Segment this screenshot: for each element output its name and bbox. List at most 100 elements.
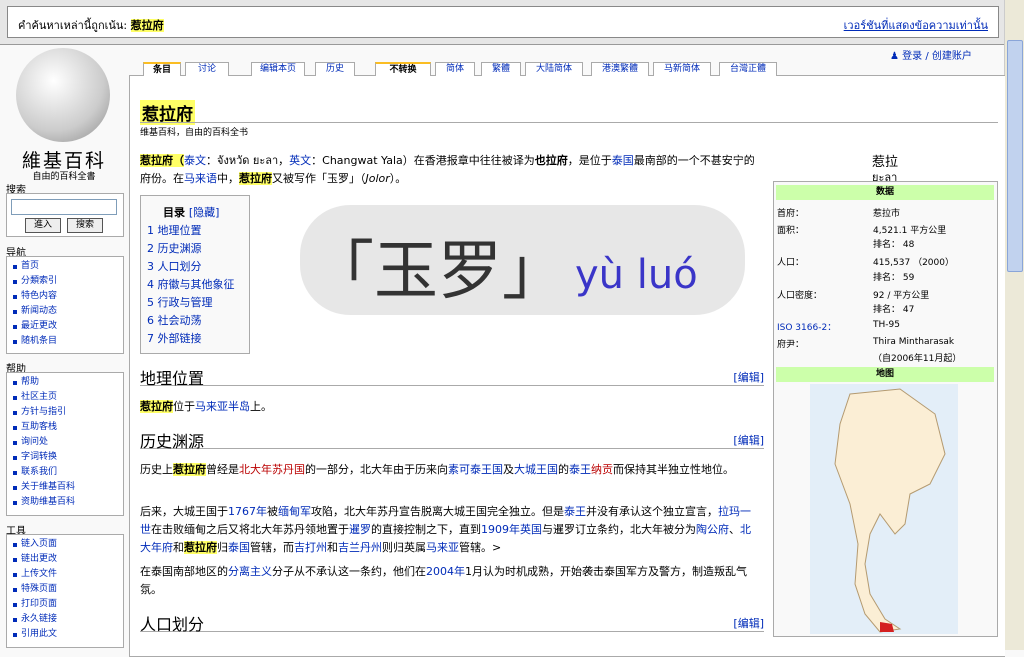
login-link[interactable]: ♟ 登录 / 创建账户 (890, 47, 972, 62)
sidebar-item[interactable]: 询问处 (7, 435, 123, 450)
search-input[interactable] (11, 199, 117, 215)
wikipedia-logo[interactable]: 維基百科 自由的百科全書 (8, 48, 120, 182)
link-narathiwat[interactable]: 陶公府 (696, 523, 729, 536)
toc-item[interactable]: 5 行政与管理 (147, 294, 213, 310)
tab-simplified[interactable]: 简体 (435, 62, 475, 76)
link-english[interactable]: 英文 (289, 154, 311, 167)
link-2004[interactable]: 2004年 (426, 565, 465, 578)
cache-box: คำค้นหาเหล่านี้ถูกเน้น: 惹拉府 เวอร์ชันที่แ… (7, 6, 999, 38)
toc-item[interactable]: 7 外部链接 (147, 330, 202, 346)
intro-text: ）。 (389, 172, 407, 185)
tab-malaysia-singapore[interactable]: 马新简体 (653, 62, 711, 76)
link-thai[interactable]: 泰文 (184, 154, 206, 167)
text-version-link[interactable]: เวอร์ชันที่แสดงข้อความเท่านั้น (844, 16, 988, 34)
link-siam[interactable]: 暹罗 (349, 523, 371, 536)
link-malay[interactable]: 马来语 (184, 172, 217, 185)
sidebar-item[interactable]: 分類索引 (7, 274, 123, 289)
infobox-row: 府尹： Thira Mintharasak (777, 337, 995, 351)
scrollbar-thumb[interactable] (1007, 40, 1023, 272)
tab-no-conversion[interactable]: 不转换 (375, 62, 431, 76)
section-title: 地理位置 (140, 369, 205, 388)
history-text: 在泰国南部地区的 (140, 565, 228, 578)
link-thailand[interactable]: 泰国 (612, 154, 634, 167)
sidebar-item[interactable]: 首页 (7, 259, 123, 274)
history-text: 的一部分，北大年由于历来向 (305, 463, 448, 476)
sidebar-item[interactable]: 永久链接 (7, 612, 123, 627)
link-ayutthaya[interactable]: 大城王国 (514, 463, 558, 476)
tab-history[interactable]: 历史 (315, 62, 355, 76)
iso-link[interactable]: ISO 3166-2： (777, 320, 836, 333)
infobox-row: 排名： 48 (777, 237, 995, 251)
sidebar-item[interactable]: 特殊页面 (7, 582, 123, 597)
toc-item[interactable]: 1 地理位置 (147, 222, 202, 238)
login-text[interactable]: 登录 / 创建账户 (902, 51, 972, 62)
history-paragraph-3: 在泰国南部地区的分离主义分子从不承认这一条约，他们在2004年1月认为时机成熟，… (140, 563, 760, 599)
tab-discussion[interactable]: 讨论 (185, 62, 229, 76)
tab-hk-macau[interactable]: 港澳繁體 (591, 62, 649, 76)
sidebar-item[interactable]: 上传文件 (7, 567, 123, 582)
link-tribute[interactable]: 纳贡 (591, 463, 613, 476)
scrollbar[interactable] (1004, 0, 1024, 650)
sidebar-item[interactable]: 新闻动态 (7, 304, 123, 319)
link-kelantan[interactable]: 吉兰丹州 (338, 541, 382, 554)
toc-item[interactable]: 4 府徽与其他象征 (147, 276, 235, 292)
intro-text: 又被写作「玉罗」（ (272, 172, 366, 185)
history-text: 在击败缅甸之后又将北大年苏丹领地置于 (151, 523, 349, 536)
tab-mainland[interactable]: 大陆简体 (525, 62, 583, 76)
infobox-row: 排名： 47 (777, 302, 995, 316)
tab-taiwan[interactable]: 台灣正體 (719, 62, 777, 76)
link-pattani-sultanate[interactable]: 北大年苏丹国 (239, 463, 305, 476)
infobox-row: 面积： 4,521.1 平方公里 (777, 223, 995, 237)
sidebar-item[interactable]: 资助维基百科 (7, 495, 123, 510)
tab-article[interactable]: 条目 (143, 62, 181, 76)
link-thai-king[interactable]: 泰王 (569, 463, 591, 476)
sidebar-item[interactable]: 特色内容 (7, 289, 123, 304)
history-paragraph-1: 历史上惹拉府曾经是北大年苏丹国的一部分，北大年由于历来向素可泰王国及大城王国的泰… (140, 461, 760, 479)
link-thai-king[interactable]: 泰王 (564, 505, 586, 518)
link-kedah[interactable]: 吉打州 (294, 541, 327, 554)
sidebar-item[interactable]: 关于维基百科 (7, 480, 123, 495)
sidebar-item[interactable]: 打印页面 (7, 597, 123, 612)
edit-link[interactable]: [编辑] (733, 369, 764, 385)
section-heading-population: 人口划分 [编辑] (140, 611, 764, 634)
sidebar-item[interactable]: 随机条目 (7, 334, 123, 349)
link-britain[interactable]: 英国 (520, 523, 542, 536)
toc-hide-link[interactable]: [隐藏] (189, 206, 220, 219)
sidebar-item[interactable]: 互助客栈 (7, 420, 123, 435)
sidebar-item[interactable]: 联系我们 (7, 465, 123, 480)
link-sukhothai[interactable]: 素可泰王国 (448, 463, 503, 476)
toc-item[interactable]: 2 历史渊源 (147, 240, 202, 256)
go-button[interactable]: 進入 (25, 218, 61, 233)
toc-item[interactable]: 6 社会动荡 (147, 312, 202, 328)
edit-link[interactable]: [编辑] (733, 615, 764, 631)
sidebar-item[interactable]: 方针与指引 (7, 405, 123, 420)
history-text: 归 (217, 541, 228, 554)
history-text: 、 (729, 523, 740, 536)
link-thailand[interactable]: 泰国 (228, 541, 250, 554)
edit-link[interactable]: [编辑] (733, 432, 764, 448)
intro-text: 中， (217, 172, 239, 185)
infobox-key: 首府： (777, 209, 805, 219)
sidebar-item[interactable]: 最近更改 (7, 319, 123, 334)
link-malay-peninsula[interactable]: 马来亚半岛 (195, 400, 250, 413)
link-malaya[interactable]: 马来亚 (426, 541, 459, 554)
section-title: 历史渊源 (140, 432, 205, 451)
sidebar-item[interactable]: 社区主页 (7, 390, 123, 405)
intro-bold: 也拉府 (534, 154, 568, 167)
sidebar-item[interactable]: 引用此文 (7, 627, 123, 642)
sidebar-item[interactable]: 链入页面 (7, 537, 123, 552)
section-heading-geo: 地理位置 [编辑] (140, 365, 764, 388)
tab-edit[interactable]: 编辑本页 (251, 62, 305, 76)
sidebar-item[interactable]: 链出更改 (7, 552, 123, 567)
tab-traditional[interactable]: 繁體 (481, 62, 521, 76)
link-1909[interactable]: 1909年 (481, 523, 520, 536)
link-separatism[interactable]: 分离主义 (228, 565, 272, 578)
search-button[interactable]: 搜索 (67, 218, 103, 233)
sidebar-item[interactable]: 帮助 (7, 375, 123, 390)
link-burmese-army[interactable]: 缅甸军 (278, 505, 311, 518)
link-1767[interactable]: 1767年 (228, 505, 267, 518)
toc-item[interactable]: 3 人口划分 (147, 258, 202, 274)
thailand-map[interactable] (810, 384, 958, 634)
infobox-row: （自2006年11月起） (777, 351, 995, 365)
sidebar-item[interactable]: 字词转换 (7, 450, 123, 465)
